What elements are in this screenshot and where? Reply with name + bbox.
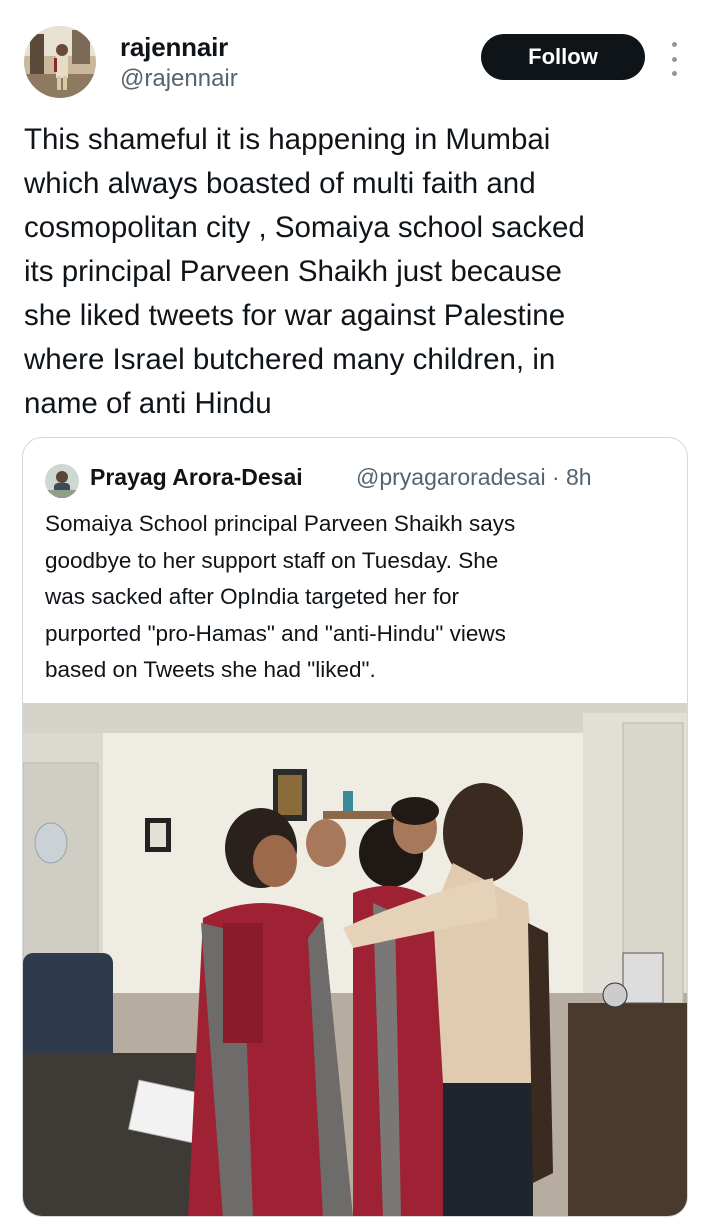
author-display-name[interactable]: rajennair [120,32,228,62]
author-handle[interactable]: @rajennair [120,64,238,94]
quoted-media-photo[interactable] [23,703,687,1216]
tweet-text-line: name of anti Hindu [24,387,272,420]
follow-button[interactable]: Follow [481,34,645,80]
quoted-text-line: based on Tweets she had "liked". [45,657,376,682]
tweet-text-line: she liked tweets for war against Palesti… [24,299,566,332]
quoted-text-line: purported "pro-Hamas" and "anti-Hindu" v… [45,620,506,646]
quoted-tweet-text: Somaiya School principal Parveen Shaikh … [45,506,675,689]
quoted-author-handle[interactable]: @pryagaroradesai · 8h [356,463,592,491]
author-avatar[interactable] [24,26,96,98]
quoted-author-avatar[interactable] [45,464,79,498]
tweet-header: rajennair @rajennair Follow [0,0,711,110]
quoted-avatar-photo [45,464,79,498]
tweet-text-line: where Israel butchered many children, in [24,343,556,376]
tweet-text-line: which always boasted of multi faith and [24,167,536,200]
avatar-photo [24,26,96,98]
more-options-icon[interactable] [664,42,684,76]
quoted-author-name[interactable]: Prayag Arora-Desai [90,463,303,491]
tweet-text-line: This shameful it is happening in Mumbai [24,123,551,156]
photo-illustration [23,703,687,1216]
tweet-text-line: cosmopolitan city , Somaiya school sacke… [24,211,585,244]
quoted-text-line: Somaiya School principal Parveen Shaikh … [45,511,516,536]
quoted-text-line: was sacked after OpIndia targeted her fo… [45,584,459,609]
tweet-text: This shameful it is happening in Mumbai … [24,118,694,426]
quoted-text-line: goodbye to her support staff on Tuesday.… [45,547,499,573]
tweet-text-line: its principal Parveen Shaikh just becaus… [24,255,562,288]
quoted-tweet[interactable]: Prayag Arora-Desai @pryagaroradesai · 8h… [22,437,688,1217]
